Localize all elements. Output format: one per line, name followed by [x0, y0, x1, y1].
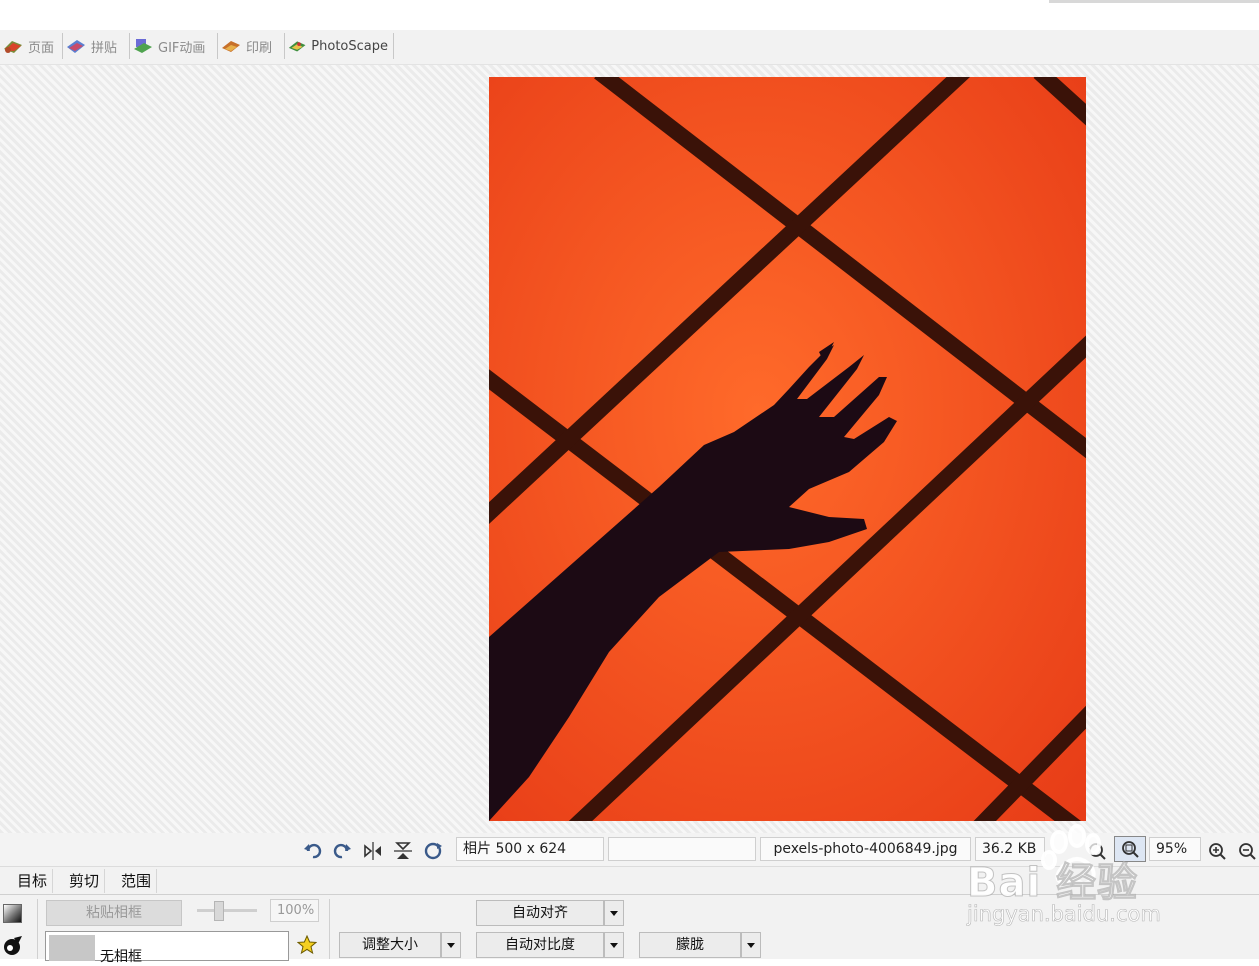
title-shade [1049, 0, 1259, 3]
tab-print[interactable]: 印刷 [218, 33, 285, 59]
tab-combine-label: 拼贴 [91, 40, 118, 56]
zoom-out-icon[interactable] [1236, 840, 1258, 862]
fit-zoom-button[interactable] [1114, 836, 1146, 862]
resize-dropdown[interactable] [441, 932, 461, 958]
actual-size-icon[interactable] [1086, 840, 1108, 862]
editor-panel: 目标 剪切 范围 粘贴相框 100% 无相框 调整大小 自动对齐 自动对比度 朦… [0, 866, 1259, 965]
tab-print-label: 印刷 [246, 40, 273, 56]
photo-size-field: 相片 500 x 624 [456, 837, 604, 861]
resize-button[interactable]: 调整大小 [339, 932, 441, 958]
blur-dropdown[interactable] [741, 932, 761, 958]
gif-icon [134, 39, 152, 53]
panel-divider [0, 894, 1259, 895]
rotate-right-icon[interactable] [331, 840, 353, 862]
frame-select-label: 无相框 [100, 949, 142, 965]
auto-level-button[interactable]: 自动对齐 [476, 900, 604, 926]
title-area [0, 0, 1259, 30]
print-icon [222, 41, 240, 52]
brush-icon[interactable] [2, 935, 24, 957]
photo-preview[interactable] [489, 77, 1086, 821]
flip-vertical-icon[interactable] [392, 840, 414, 862]
filename-field: pexels-photo-4006849.jpg [760, 837, 971, 861]
photoscape-icon [288, 41, 306, 52]
tab-photoscape[interactable]: PhotoScape [285, 33, 394, 59]
tab-page-label: 页面 [28, 40, 55, 56]
tab-photoscape-label: PhotoScape [311, 38, 388, 54]
tab-target[interactable]: 目标 [12, 869, 54, 893]
gradient-icon[interactable] [3, 904, 22, 923]
tab-crop[interactable]: 剪切 [64, 869, 106, 893]
favorite-star-icon[interactable] [297, 935, 317, 955]
combine-icon [67, 40, 85, 53]
tab-gif-label: GIF动画 [158, 40, 206, 56]
panel-separator-2 [329, 899, 330, 959]
tab-page[interactable]: 页面 [0, 33, 63, 59]
flip-horizontal-icon[interactable] [362, 840, 384, 862]
tab-combine[interactable]: 拼贴 [63, 33, 130, 59]
photo-image [489, 77, 1086, 821]
rotate-free-icon[interactable] [422, 840, 444, 862]
fit-zoom-icon [1122, 841, 1139, 858]
tab-range[interactable]: 范围 [116, 869, 158, 893]
auto-level-dropdown[interactable] [604, 900, 624, 926]
opacity-slider-track[interactable] [197, 909, 257, 912]
frame-select[interactable]: 无相框 [45, 931, 289, 965]
status-bar: 相片 500 x 624 pexels-photo-4006849.jpg 36… [0, 833, 1259, 866]
zoom-in-icon[interactable] [1206, 840, 1228, 862]
status-empty-field [608, 837, 756, 861]
rotate-left-icon[interactable] [302, 840, 324, 862]
auto-contrast-dropdown[interactable] [604, 932, 624, 958]
main-tabbar: 页面 拼贴 GIF动画 印刷 PhotoScape [0, 30, 1259, 65]
filesize-field: 36.2 KB [975, 837, 1045, 861]
paste-frame-button[interactable]: 粘贴相框 [46, 900, 182, 926]
auto-contrast-button[interactable]: 自动对比度 [476, 932, 604, 958]
tab-gif[interactable]: GIF动画 [130, 33, 218, 59]
opacity-slider-handle[interactable] [214, 901, 224, 921]
opacity-field[interactable]: 100% [270, 899, 319, 922]
page-icon [4, 41, 22, 53]
zoom-level-field: 95% [1149, 837, 1201, 861]
frame-thumbnail [49, 935, 95, 961]
panel-separator-1 [37, 899, 38, 959]
blur-button[interactable]: 朦胧 [639, 932, 741, 958]
